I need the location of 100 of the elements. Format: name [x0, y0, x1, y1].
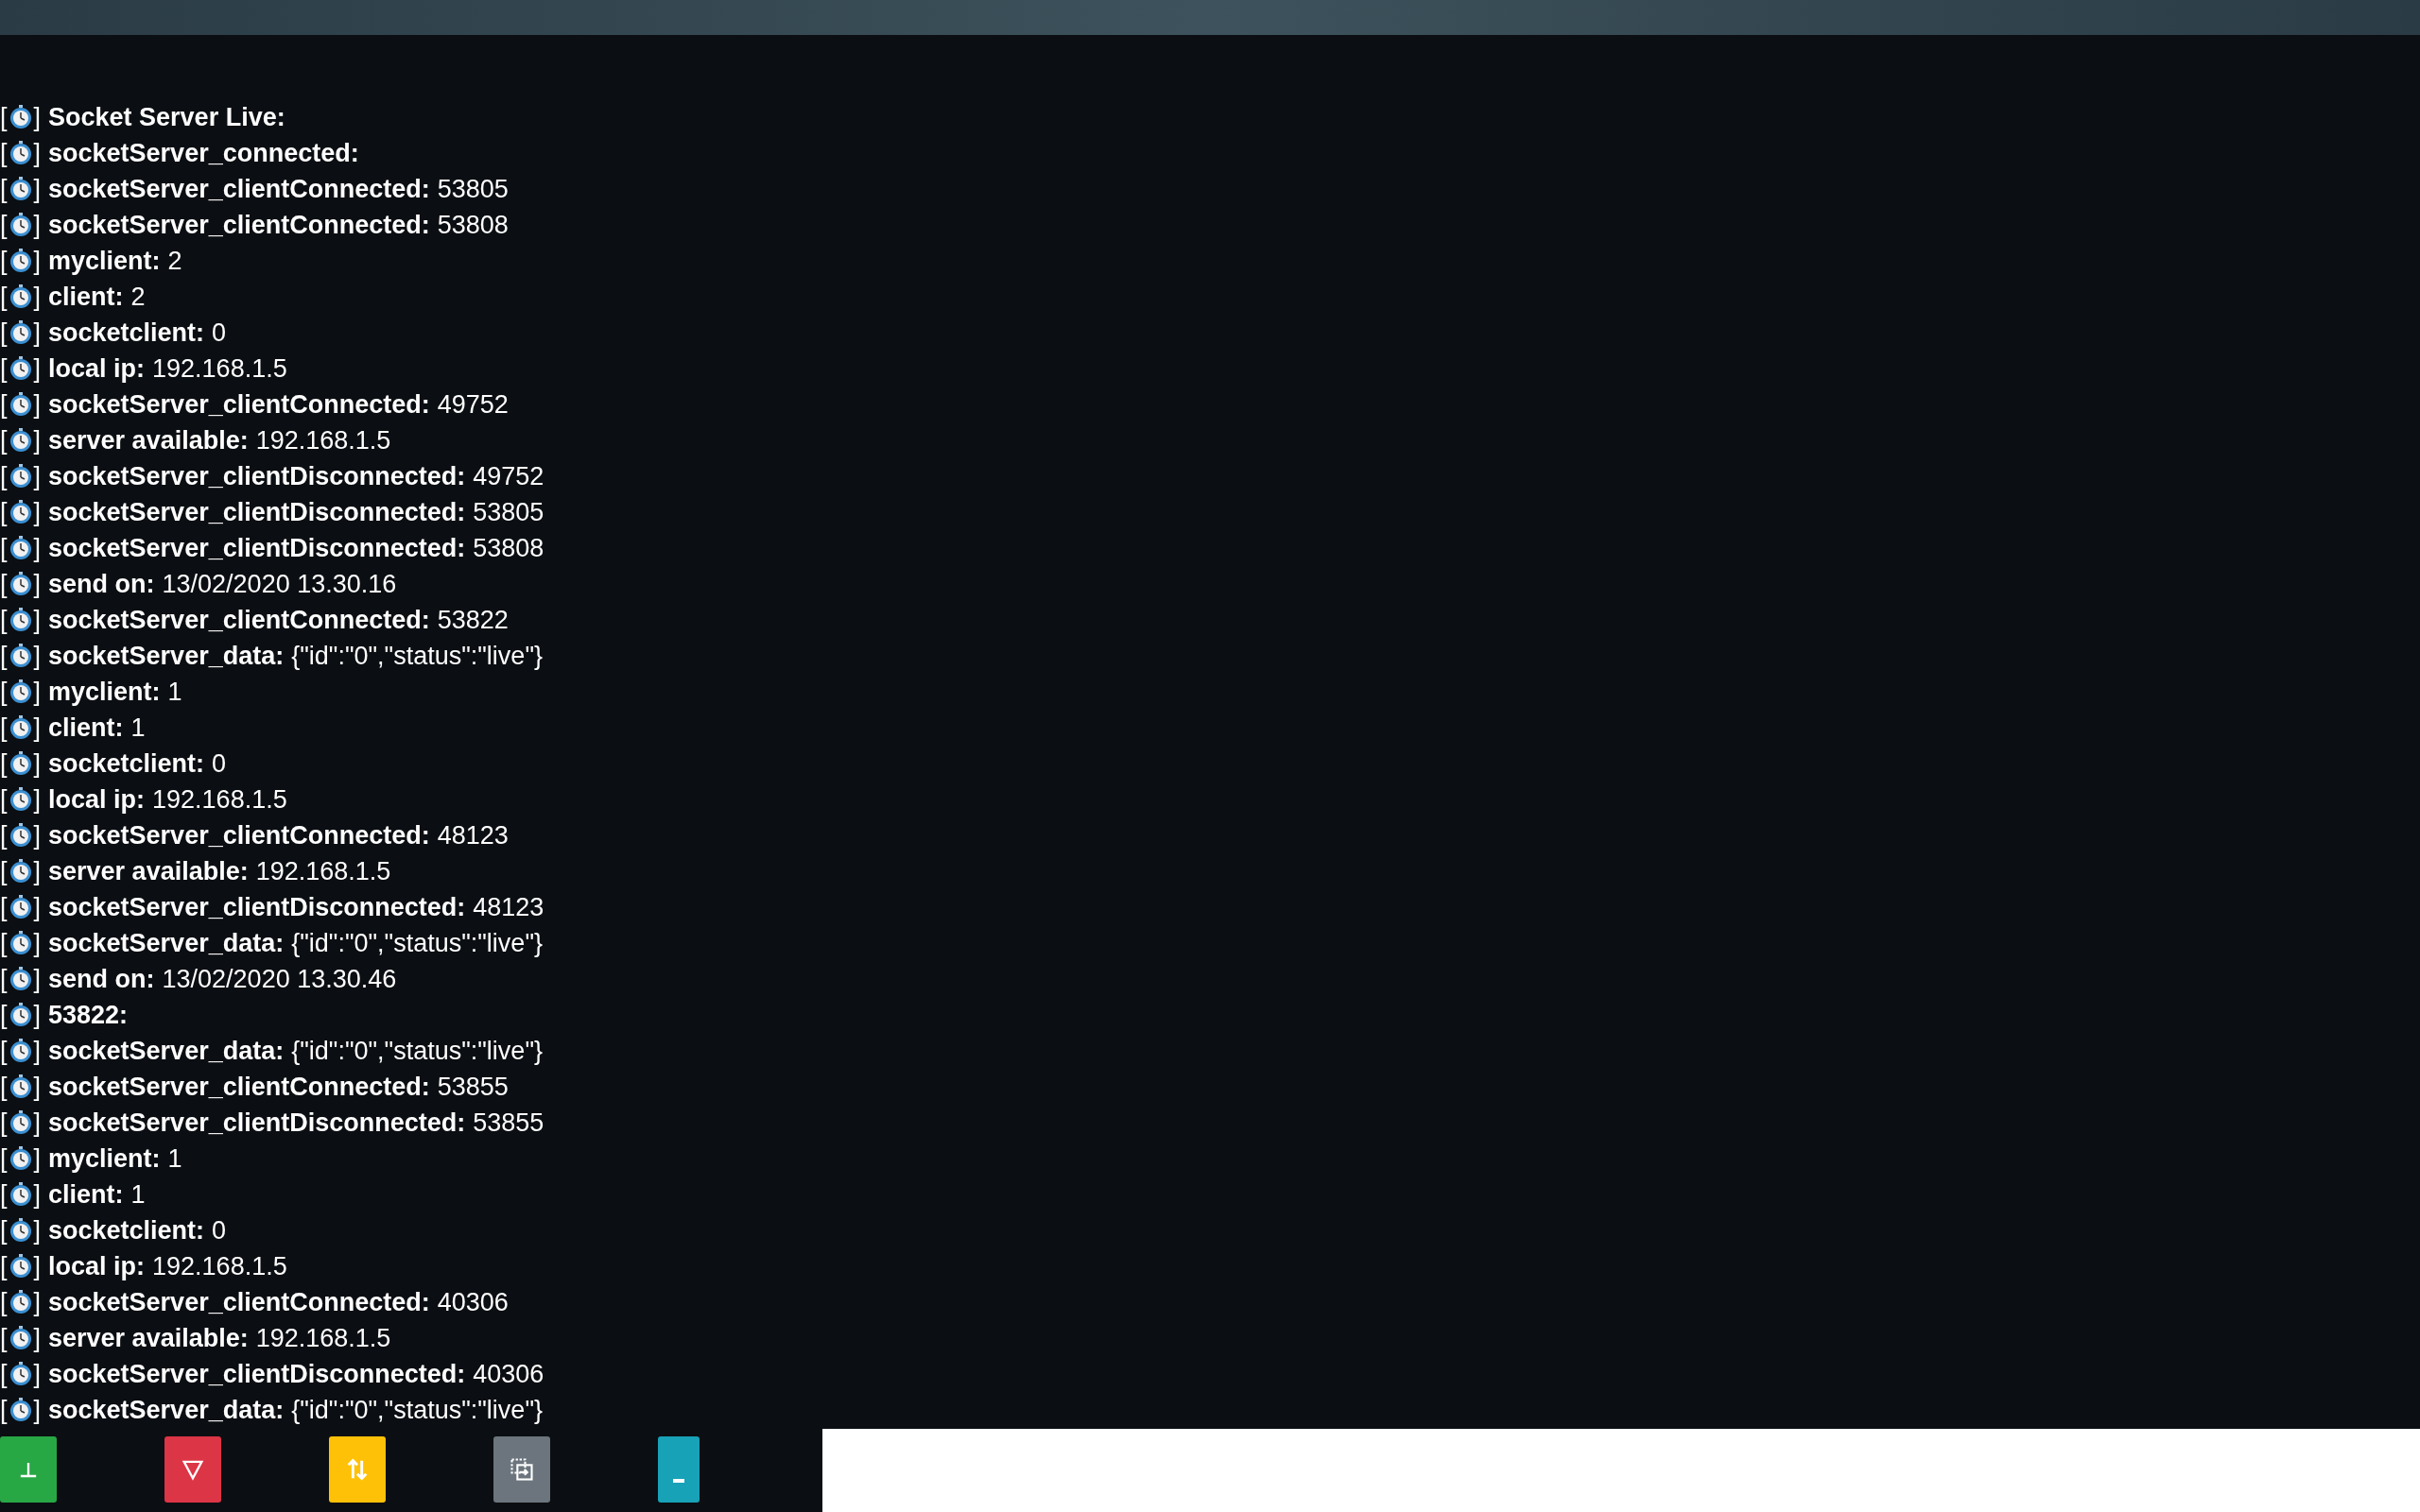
bracket: [ [0, 1253, 8, 1280]
bracket: [ [0, 571, 8, 597]
log-value: 40306 [437, 1289, 509, 1315]
bracket: [ [0, 1109, 8, 1136]
bracket: ] [33, 391, 42, 418]
log-key: socketServer_clientDisconnected: [48, 894, 466, 920]
log-key: socketServer_data: [48, 1397, 285, 1423]
stopwatch-icon [9, 177, 32, 201]
log-key: 53822: [48, 1002, 129, 1028]
bracket: ] [33, 463, 42, 490]
bracket: ] [33, 679, 42, 705]
log-value: {"id":"0","status":"live"} [291, 1038, 543, 1064]
bracket: ] [33, 1109, 42, 1136]
stopwatch-icon [9, 1326, 32, 1350]
log-key: socketServer_clientConnected: [48, 176, 430, 202]
bracket: [ [0, 1002, 8, 1028]
bracket: [ [0, 1361, 8, 1387]
log-key: socketServer_data: [48, 930, 285, 956]
bracket: [ [0, 355, 8, 382]
stopwatch-icon [9, 967, 32, 991]
stopwatch-icon [9, 679, 32, 704]
bracket: ] [33, 966, 42, 992]
log-value: 53808 [437, 212, 509, 238]
stopwatch-icon [9, 1146, 32, 1171]
stopwatch-icon [9, 608, 32, 632]
toolbar-button[interactable] [164, 1436, 221, 1503]
stopwatch-icon [9, 428, 32, 453]
log-key: socketServer_clientConnected: [48, 607, 430, 633]
copy-icon [509, 1456, 535, 1483]
bracket: ] [33, 355, 42, 382]
toolbar-button[interactable] [493, 1436, 550, 1503]
log-value: 13/02/2020 13.30.16 [162, 571, 397, 597]
log-key: myclient: [48, 248, 161, 274]
bracket: [ [0, 176, 8, 202]
log-value: 53805 [473, 499, 544, 525]
bracket: ] [33, 1038, 42, 1064]
bracket: [ [0, 894, 8, 920]
log-key: server available: [48, 427, 249, 454]
log-value: 192.168.1.5 [152, 786, 287, 813]
stopwatch-icon [9, 859, 32, 884]
stopwatch-icon [9, 1003, 32, 1027]
bracket: [ [0, 1289, 8, 1315]
bracket: [ [0, 750, 8, 777]
bracket: ] [33, 822, 42, 849]
stopwatch-icon [9, 141, 32, 165]
bracket: ] [33, 607, 42, 633]
stopwatch-icon [9, 213, 32, 237]
log-key: socketServer_clientConnected: [48, 1074, 430, 1100]
log-value: 53808 [473, 535, 544, 561]
log-value: 13/02/2020 13.30.46 [162, 966, 397, 992]
bracket: ] [33, 1002, 42, 1028]
underscore-icon [673, 1479, 684, 1483]
log-key: local ip: [48, 355, 146, 382]
log-value: 0 [212, 1217, 227, 1244]
bracket: ] [33, 1145, 42, 1172]
bracket: ] [33, 750, 42, 777]
log-value: 48123 [473, 894, 544, 920]
bracket: ] [33, 571, 42, 597]
bracket: [ [0, 427, 8, 454]
bracket: ] [33, 786, 42, 813]
stopwatch-icon [9, 1182, 32, 1207]
log-key: socketServer_clientConnected: [48, 391, 430, 418]
bracket: [ [0, 284, 8, 310]
log-value: 192.168.1.5 [152, 355, 287, 382]
log-value: 2 [130, 284, 146, 310]
bracket: ] [33, 714, 42, 741]
log-key: client: [48, 284, 124, 310]
stopwatch-icon [9, 895, 32, 919]
bracket: ] [33, 1325, 42, 1351]
bracket: ] [33, 1289, 42, 1315]
bracket: ] [33, 930, 42, 956]
stopwatch-icon [9, 464, 32, 489]
bracket: [ [0, 1397, 8, 1423]
stopwatch-icon [9, 500, 32, 524]
log-key: socketServer_clientDisconnected: [48, 1361, 466, 1387]
bracket: ] [33, 1217, 42, 1244]
bracket: ] [33, 212, 42, 238]
bracket: [ [0, 212, 8, 238]
bracket: [ [0, 822, 8, 849]
stopwatch-icon [9, 644, 32, 668]
log-key: server available: [48, 1325, 249, 1351]
bracket: ] [33, 858, 42, 885]
bracket: [ [0, 858, 8, 885]
log-key: client: [48, 1181, 124, 1208]
stopwatch-icon [9, 1039, 32, 1063]
stopwatch-icon [9, 1362, 32, 1386]
bracket: ] [33, 319, 42, 346]
log-key: socketServer_clientDisconnected: [48, 499, 466, 525]
log-key: myclient: [48, 1145, 161, 1172]
bracket: ] [33, 1074, 42, 1100]
bracket: ] [33, 1253, 42, 1280]
log-key: local ip: [48, 1253, 146, 1280]
log-key: Socket Server Live: [48, 104, 285, 130]
log-key: server available: [48, 858, 249, 885]
stopwatch-icon [9, 931, 32, 955]
bracket: [ [0, 786, 8, 813]
log-key: socketServer_clientConnected: [48, 1289, 430, 1315]
stopwatch-icon [9, 1290, 32, 1314]
bracket: ] [33, 140, 42, 166]
bracket: [ [0, 1181, 8, 1208]
